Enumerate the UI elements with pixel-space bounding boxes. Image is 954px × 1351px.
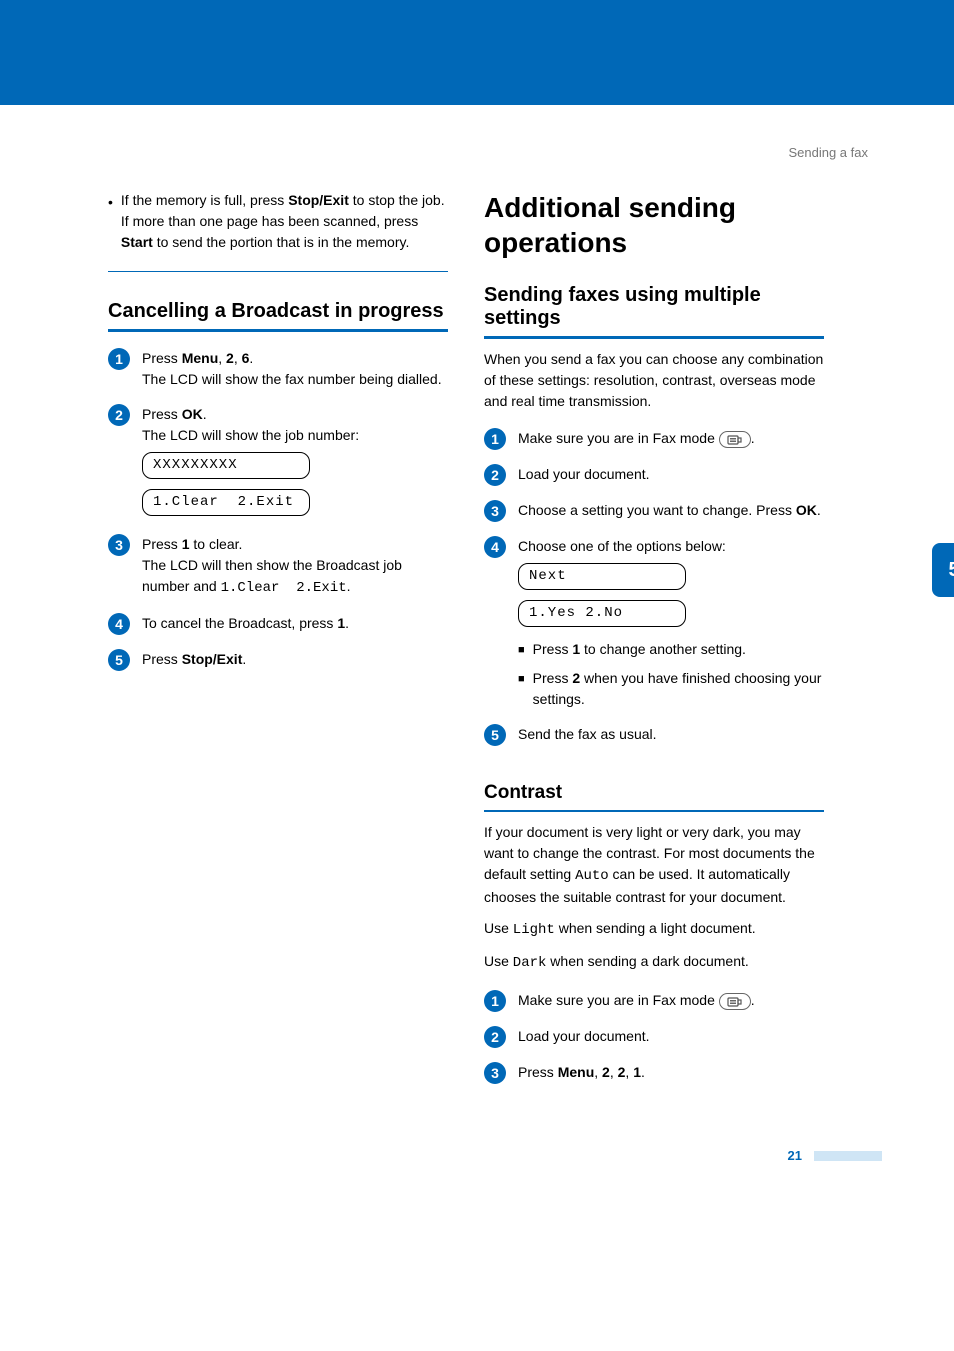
note-block: • If the memory is full, press Stop/Exit… — [108, 190, 448, 272]
heading-rule — [108, 329, 448, 332]
step-text: Press Menu, 2, 6.The LCD will show the f… — [142, 348, 448, 390]
cancel-broadcast-steps: 1 Press Menu, 2, 6.The LCD will show the… — [108, 348, 448, 671]
step-number-1: 1 — [108, 348, 130, 370]
sub-step-text: Press 1 to change another setting. — [533, 639, 746, 660]
step-text: Choose a setting you want to change. Pre… — [518, 500, 824, 522]
lcd-display: 1.Yes 2.No — [518, 600, 686, 627]
cancel-broadcast-heading: Cancelling a Broadcast in progress — [108, 300, 448, 323]
bullet-dot: • — [108, 190, 113, 253]
sub-step-text: Press 2 when you have finished choosing … — [533, 668, 824, 710]
step-number-5: 5 — [484, 724, 506, 746]
step-number-3: 3 — [484, 500, 506, 522]
contrast-heading: Contrast — [484, 782, 824, 804]
step-number-1: 1 — [484, 428, 506, 450]
step-number-4: 4 — [108, 613, 130, 635]
heading-rule — [484, 810, 824, 812]
step-text: Load your document. — [518, 1026, 824, 1048]
step-number-3: 3 — [108, 534, 130, 556]
right-column: Additional sending operations Sending fa… — [484, 190, 824, 1098]
square-bullet: ■ — [518, 668, 525, 710]
step-text: Press Stop/Exit. — [142, 649, 448, 671]
page-number: 21 — [788, 1148, 802, 1163]
contrast-steps: 1 Make sure you are in Fax mode . 2 Load… — [484, 990, 824, 1084]
step-number-1: 1 — [484, 990, 506, 1012]
additional-sending-heading: Additional sending operations — [484, 190, 824, 260]
left-column: • If the memory is full, press Stop/Exit… — [108, 190, 448, 1098]
step-text: Press OK.The LCD will show the job numbe… — [142, 404, 448, 520]
fax-mode-icon — [719, 431, 751, 448]
step-text: Press 1 to clear.The LCD will then show … — [142, 534, 448, 599]
step-text: Press Menu, 2, 2, 1. — [518, 1062, 824, 1084]
step-text: Send the fax as usual. — [518, 724, 824, 746]
step-number-5: 5 — [108, 649, 130, 671]
lcd-display: XXXXXXXXX — [142, 452, 310, 479]
lcd-display: Next — [518, 563, 686, 590]
multi-settings-steps: 1 Make sure you are in Fax mode . 2 Load… — [484, 428, 824, 746]
contrast-para: If your document is very light or very d… — [484, 822, 824, 908]
step-text: Make sure you are in Fax mode . — [518, 428, 824, 450]
step-text: Make sure you are in Fax mode . — [518, 990, 824, 1012]
square-bullet: ■ — [518, 639, 525, 660]
step-number-2: 2 — [484, 464, 506, 486]
multi-settings-heading: Sending faxes using multiple settings — [484, 284, 824, 330]
step-number-4: 4 — [484, 536, 506, 558]
step-text: To cancel the Broadcast, press 1. — [142, 613, 448, 635]
fax-mode-icon — [719, 993, 751, 1010]
contrast-para: Use Dark when sending a dark document. — [484, 951, 824, 974]
step-number-2: 2 — [484, 1026, 506, 1048]
note-text: If the memory is full, press Stop/Exit t… — [121, 190, 448, 253]
step-text: Load your document. — [518, 464, 824, 486]
multi-settings-intro: When you send a fax you can choose any c… — [484, 349, 824, 412]
breadcrumb-link: Sending a fax — [108, 105, 886, 160]
footer: 21 — [108, 1148, 886, 1163]
footer-bar — [814, 1151, 882, 1161]
step-number-2: 2 — [108, 404, 130, 426]
step-number-3: 3 — [484, 1062, 506, 1084]
side-chapter-tab: 5 — [932, 543, 954, 597]
contrast-para: Use Light when sending a light document. — [484, 918, 824, 941]
heading-rule — [484, 336, 824, 339]
header-band — [0, 0, 954, 105]
lcd-display: 1.Clear 2.Exit — [142, 489, 310, 516]
step-text: Choose one of the options below: Next 1.… — [518, 536, 824, 710]
